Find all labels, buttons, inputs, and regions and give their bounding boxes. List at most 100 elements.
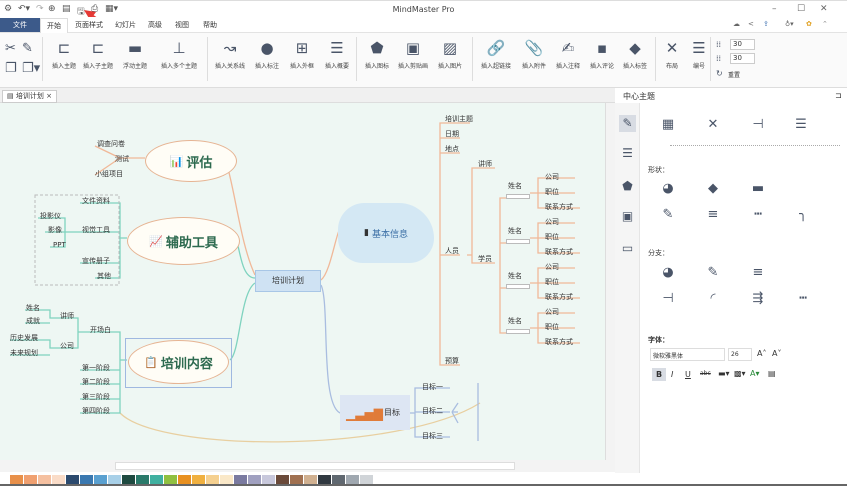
subtopic[interactable]: 测试 (113, 154, 131, 165)
numbering-style-icon[interactable]: ☰ (788, 117, 814, 133)
subtopic[interactable]: 小组项目 (93, 169, 125, 180)
tab-advanced[interactable]: 高级 (148, 20, 162, 30)
close-button[interactable]: ✕ (820, 4, 828, 14)
vertical-spacing-input[interactable]: 30 (730, 53, 755, 64)
subtopic[interactable]: 地点 (443, 144, 461, 155)
close-tab-icon[interactable]: × (46, 92, 52, 100)
file-menu[interactable]: 文件 (0, 18, 40, 32)
student-field[interactable]: 联系方式 (543, 202, 575, 213)
shape-icon[interactable]: ◆ (700, 181, 726, 197)
copy-icon[interactable]: ❐ (5, 61, 17, 76)
student-field[interactable]: 公司 (543, 217, 561, 228)
color-swatch[interactable] (360, 475, 373, 484)
horizontal-spacing-input[interactable]: 30 (730, 39, 755, 50)
color-swatch[interactable] (206, 475, 219, 484)
clipart-tab-icon[interactable]: ▣ (619, 208, 636, 225)
branch-weight-icon[interactable]: ≡ (745, 265, 771, 281)
color-swatch[interactable] (178, 475, 191, 484)
central-topic[interactable]: 培训计划 (255, 270, 321, 292)
topic-goal[interactable]: ▁▃▅▇ 目标 (340, 395, 410, 430)
task-tab-icon[interactable]: ▭ (619, 240, 636, 257)
tab-slides[interactable]: 幻灯片 (115, 20, 136, 30)
border-color-icon[interactable]: ✎ (655, 207, 681, 223)
subtopic[interactable]: 公司 (58, 341, 76, 352)
cut-icon[interactable]: ✂ (5, 41, 16, 56)
insert-clipart-button[interactable]: ▣ 插入剪贴画 (393, 37, 433, 70)
subtopic[interactable]: 成就 (24, 316, 42, 327)
subtopic[interactable]: 开场白 (88, 325, 113, 336)
insert-image-button[interactable]: ▨ 插入图片 (430, 37, 470, 70)
style-tab-icon[interactable]: ✎ (619, 115, 636, 132)
italic-button[interactable]: I (671, 370, 673, 379)
scroll-thumb[interactable] (115, 462, 515, 470)
color-swatch[interactable] (52, 475, 65, 484)
color-swatch[interactable] (122, 475, 135, 484)
arrow-style-icon[interactable]: ⇶ (745, 291, 771, 307)
font-grow-icon[interactable]: A˄ (757, 349, 766, 358)
student-field[interactable]: 联系方式 (543, 337, 575, 348)
rect-shape-icon[interactable]: ▬ (745, 181, 771, 197)
minimize-button[interactable]: – (772, 4, 777, 14)
subtopic[interactable]: 日期 (443, 129, 461, 140)
subtopic[interactable]: 视觉工具 (80, 225, 112, 236)
subtopic[interactable]: 历史发展 (8, 333, 40, 344)
subtopic[interactable]: 讲师 (476, 159, 494, 170)
subtopic[interactable]: 第二阶段 (80, 377, 112, 388)
subtopic[interactable]: 第三阶段 (80, 392, 112, 403)
mindmap-canvas[interactable]: 培训计划 📊 评估 调查问卷 测试 小组项目 📈 辅助工具 文件资料 视觉工具 宣传… (0, 103, 605, 460)
bold-button[interactable]: B (652, 368, 666, 381)
subtopic[interactable]: 人员 (443, 246, 461, 257)
color-swatch[interactable] (290, 475, 303, 484)
layout-matrix-icon[interactable]: ▦ (655, 117, 681, 133)
student-field[interactable]: 职位 (543, 232, 561, 243)
border-dash-icon[interactable]: ┅ (745, 207, 771, 223)
text-box-icon[interactable]: ▤ (768, 369, 776, 378)
pin-icon[interactable]: ⊐ (835, 91, 842, 100)
color-swatch[interactable] (318, 475, 331, 484)
color-swatch[interactable] (164, 475, 177, 484)
insert-relationship-button[interactable]: ↝ 插入关系线 (210, 37, 250, 70)
format-painter-icon[interactable]: ✎ (22, 41, 33, 56)
student-field[interactable]: 职位 (543, 187, 561, 198)
floating-topic-button[interactable]: ▬ 浮动主题 (115, 37, 155, 70)
font-shrink-icon[interactable]: A˅ (772, 349, 781, 358)
color-swatch[interactable] (220, 475, 233, 484)
font-size-select[interactable]: 26 (728, 348, 752, 361)
tab-view[interactable]: 视图 (175, 20, 189, 30)
student-field[interactable]: 联系方式 (543, 247, 575, 258)
fill-color-icon[interactable]: ◕ (655, 181, 681, 197)
subtopic[interactable]: 目标一 (420, 382, 445, 393)
border-weight-icon[interactable]: ≡ (700, 207, 726, 223)
color-swatch[interactable] (150, 475, 163, 484)
tab-home[interactable]: 开始 (40, 18, 68, 33)
subtopic[interactable]: 目标二 (420, 406, 445, 417)
insert-hyperlink-button[interactable]: 🔗 插入超链接 (476, 37, 516, 70)
topic-tools[interactable]: 📈 辅助工具 (127, 217, 240, 265)
vertical-scrollbar[interactable] (605, 103, 615, 460)
insert-callout-button[interactable]: ● 插入标注 (247, 37, 287, 70)
color-swatch[interactable] (38, 475, 51, 484)
reset-button[interactable]: 重置 (728, 70, 740, 79)
color-swatch[interactable] (332, 475, 345, 484)
layout-tree-icon[interactable]: ⊣ (745, 117, 771, 133)
color-palette[interactable] (0, 473, 847, 486)
subtopic[interactable]: 投影仪 (38, 211, 63, 222)
subtopic[interactable]: 未来规划 (8, 348, 40, 359)
topic-content[interactable]: 📋 培训内容 (128, 340, 229, 384)
tab-page-style[interactable]: 页面样式 (75, 20, 103, 30)
color-swatch[interactable] (94, 475, 107, 484)
collapse-ribbon-icon[interactable]: ⌃ (822, 20, 828, 28)
subtopic[interactable]: 文件资料 (80, 196, 112, 207)
color-swatch[interactable] (10, 475, 23, 484)
color-swatch[interactable] (192, 475, 205, 484)
color-swatch[interactable] (346, 475, 359, 484)
subtopic[interactable]: PPT (51, 240, 68, 251)
student-field[interactable]: 公司 (543, 307, 561, 318)
document-tab[interactable]: ▤ 培训计划 × (2, 90, 57, 103)
subtopic[interactable]: 预算 (443, 356, 461, 367)
subtopic[interactable]: 其他 (95, 271, 113, 282)
layout-radial-icon[interactable]: ✕ (700, 117, 726, 133)
icon-tab-icon[interactable]: ⬟ (619, 178, 636, 195)
student-name[interactable]: 姓名 (506, 226, 524, 237)
curve-icon[interactable]: ◜ (700, 291, 726, 307)
